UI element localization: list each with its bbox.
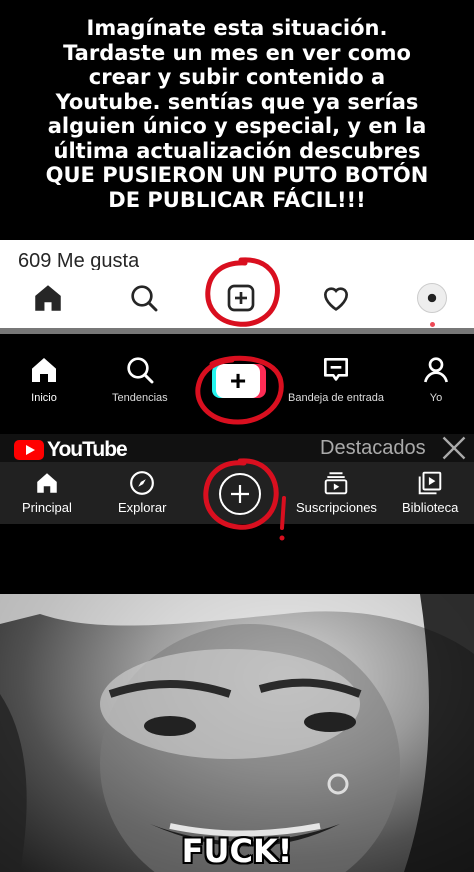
plus-icon: + bbox=[216, 364, 260, 398]
home-icon bbox=[37, 473, 57, 493]
tab-label: Biblioteca bbox=[402, 500, 459, 515]
instagram-bottom-bar: 609 Me gusta bbox=[0, 240, 474, 334]
avatar bbox=[417, 283, 447, 313]
tab-label: Yo bbox=[429, 392, 443, 404]
meme-caption: Imagínate esta situación. Tardaste un me… bbox=[0, 0, 474, 240]
face-silhouette bbox=[0, 594, 474, 872]
youtube-create-button[interactable] bbox=[217, 471, 263, 517]
youtube-logo-text: YouTube bbox=[47, 438, 128, 461]
home-icon bbox=[32, 358, 56, 382]
youtube-logo[interactable]: YouTube bbox=[14, 438, 128, 462]
plus-square-icon bbox=[227, 284, 255, 312]
inbox-icon bbox=[324, 358, 349, 381]
ig-profile-button[interactable] bbox=[412, 278, 452, 318]
tiktok-inbox-tab[interactable]: Bandeja de entrada bbox=[288, 354, 384, 404]
plus-circle-icon bbox=[219, 473, 261, 515]
youtube-play-icon bbox=[14, 440, 44, 460]
caption-line: QUE PUSIERON UN PUTO BOTÓN bbox=[45, 163, 429, 187]
youtube-bottom-bar: Principal Explorar Suscripciones Bibliot… bbox=[0, 462, 474, 524]
tab-label: Suscripciones bbox=[296, 500, 377, 515]
tiktok-bottom-bar: Inicio Tendencias + Bandeja de entrada Y… bbox=[0, 334, 474, 434]
tab-label: Inicio bbox=[31, 392, 57, 404]
ig-search-button[interactable] bbox=[124, 278, 164, 318]
ig-new-post-button[interactable] bbox=[221, 278, 261, 318]
tiktok-create-button[interactable]: + bbox=[212, 364, 266, 398]
youtube-home-tab[interactable]: Principal bbox=[22, 470, 72, 515]
search-icon bbox=[127, 357, 154, 384]
notification-dot bbox=[430, 322, 435, 327]
tab-label: Principal bbox=[22, 500, 72, 515]
likes-count: 609 Me gusta bbox=[18, 250, 140, 270]
user-icon bbox=[424, 357, 448, 383]
caption-line: Tardaste un mes en ver como bbox=[63, 40, 411, 65]
caption-line: crear y subir contenido a bbox=[88, 65, 386, 89]
search-icon bbox=[131, 285, 158, 312]
tab-label: Bandeja de entrada bbox=[288, 392, 385, 404]
youtube-subscriptions-tab[interactable]: Suscripciones bbox=[296, 470, 377, 515]
youtube-header: YouTube Destacados bbox=[0, 434, 474, 462]
spacer bbox=[0, 524, 474, 594]
tiktok-trends-tab[interactable]: Tendencias bbox=[112, 354, 168, 404]
home-icon bbox=[35, 285, 61, 311]
ig-activity-button[interactable] bbox=[316, 278, 356, 318]
featured-label: Destacados bbox=[320, 437, 426, 459]
caption-line: alguien único y especial, y en la bbox=[47, 114, 427, 138]
caption-line: Imagínate esta situación. bbox=[86, 16, 388, 40]
tiktok-profile-tab[interactable]: Yo bbox=[420, 354, 452, 404]
instagram-nav bbox=[0, 268, 474, 334]
heart-icon bbox=[323, 287, 349, 311]
youtube-library-tab[interactable]: Biblioteca bbox=[402, 470, 458, 515]
tab-label: Tendencias bbox=[112, 392, 168, 404]
compass-icon bbox=[130, 471, 155, 495]
tab-label: Explorar bbox=[118, 500, 167, 515]
punchline-text: FUCK! bbox=[181, 832, 293, 870]
reaction-photo: FUCK! bbox=[0, 594, 474, 872]
youtube-explore-tab[interactable]: Explorar bbox=[118, 470, 166, 515]
caption-line: última actualización descubres bbox=[53, 138, 421, 163]
caption-line: DE PUBLICAR FÁCIL!!! bbox=[108, 187, 366, 212]
caption-line: Youtube. sentías que ya serías bbox=[55, 89, 419, 114]
subscriptions-icon bbox=[325, 472, 348, 495]
tiktok-home-tab[interactable]: Inicio bbox=[28, 354, 60, 404]
close-icon[interactable] bbox=[440, 434, 468, 462]
ig-home-button[interactable] bbox=[28, 278, 68, 318]
library-icon bbox=[418, 471, 442, 495]
